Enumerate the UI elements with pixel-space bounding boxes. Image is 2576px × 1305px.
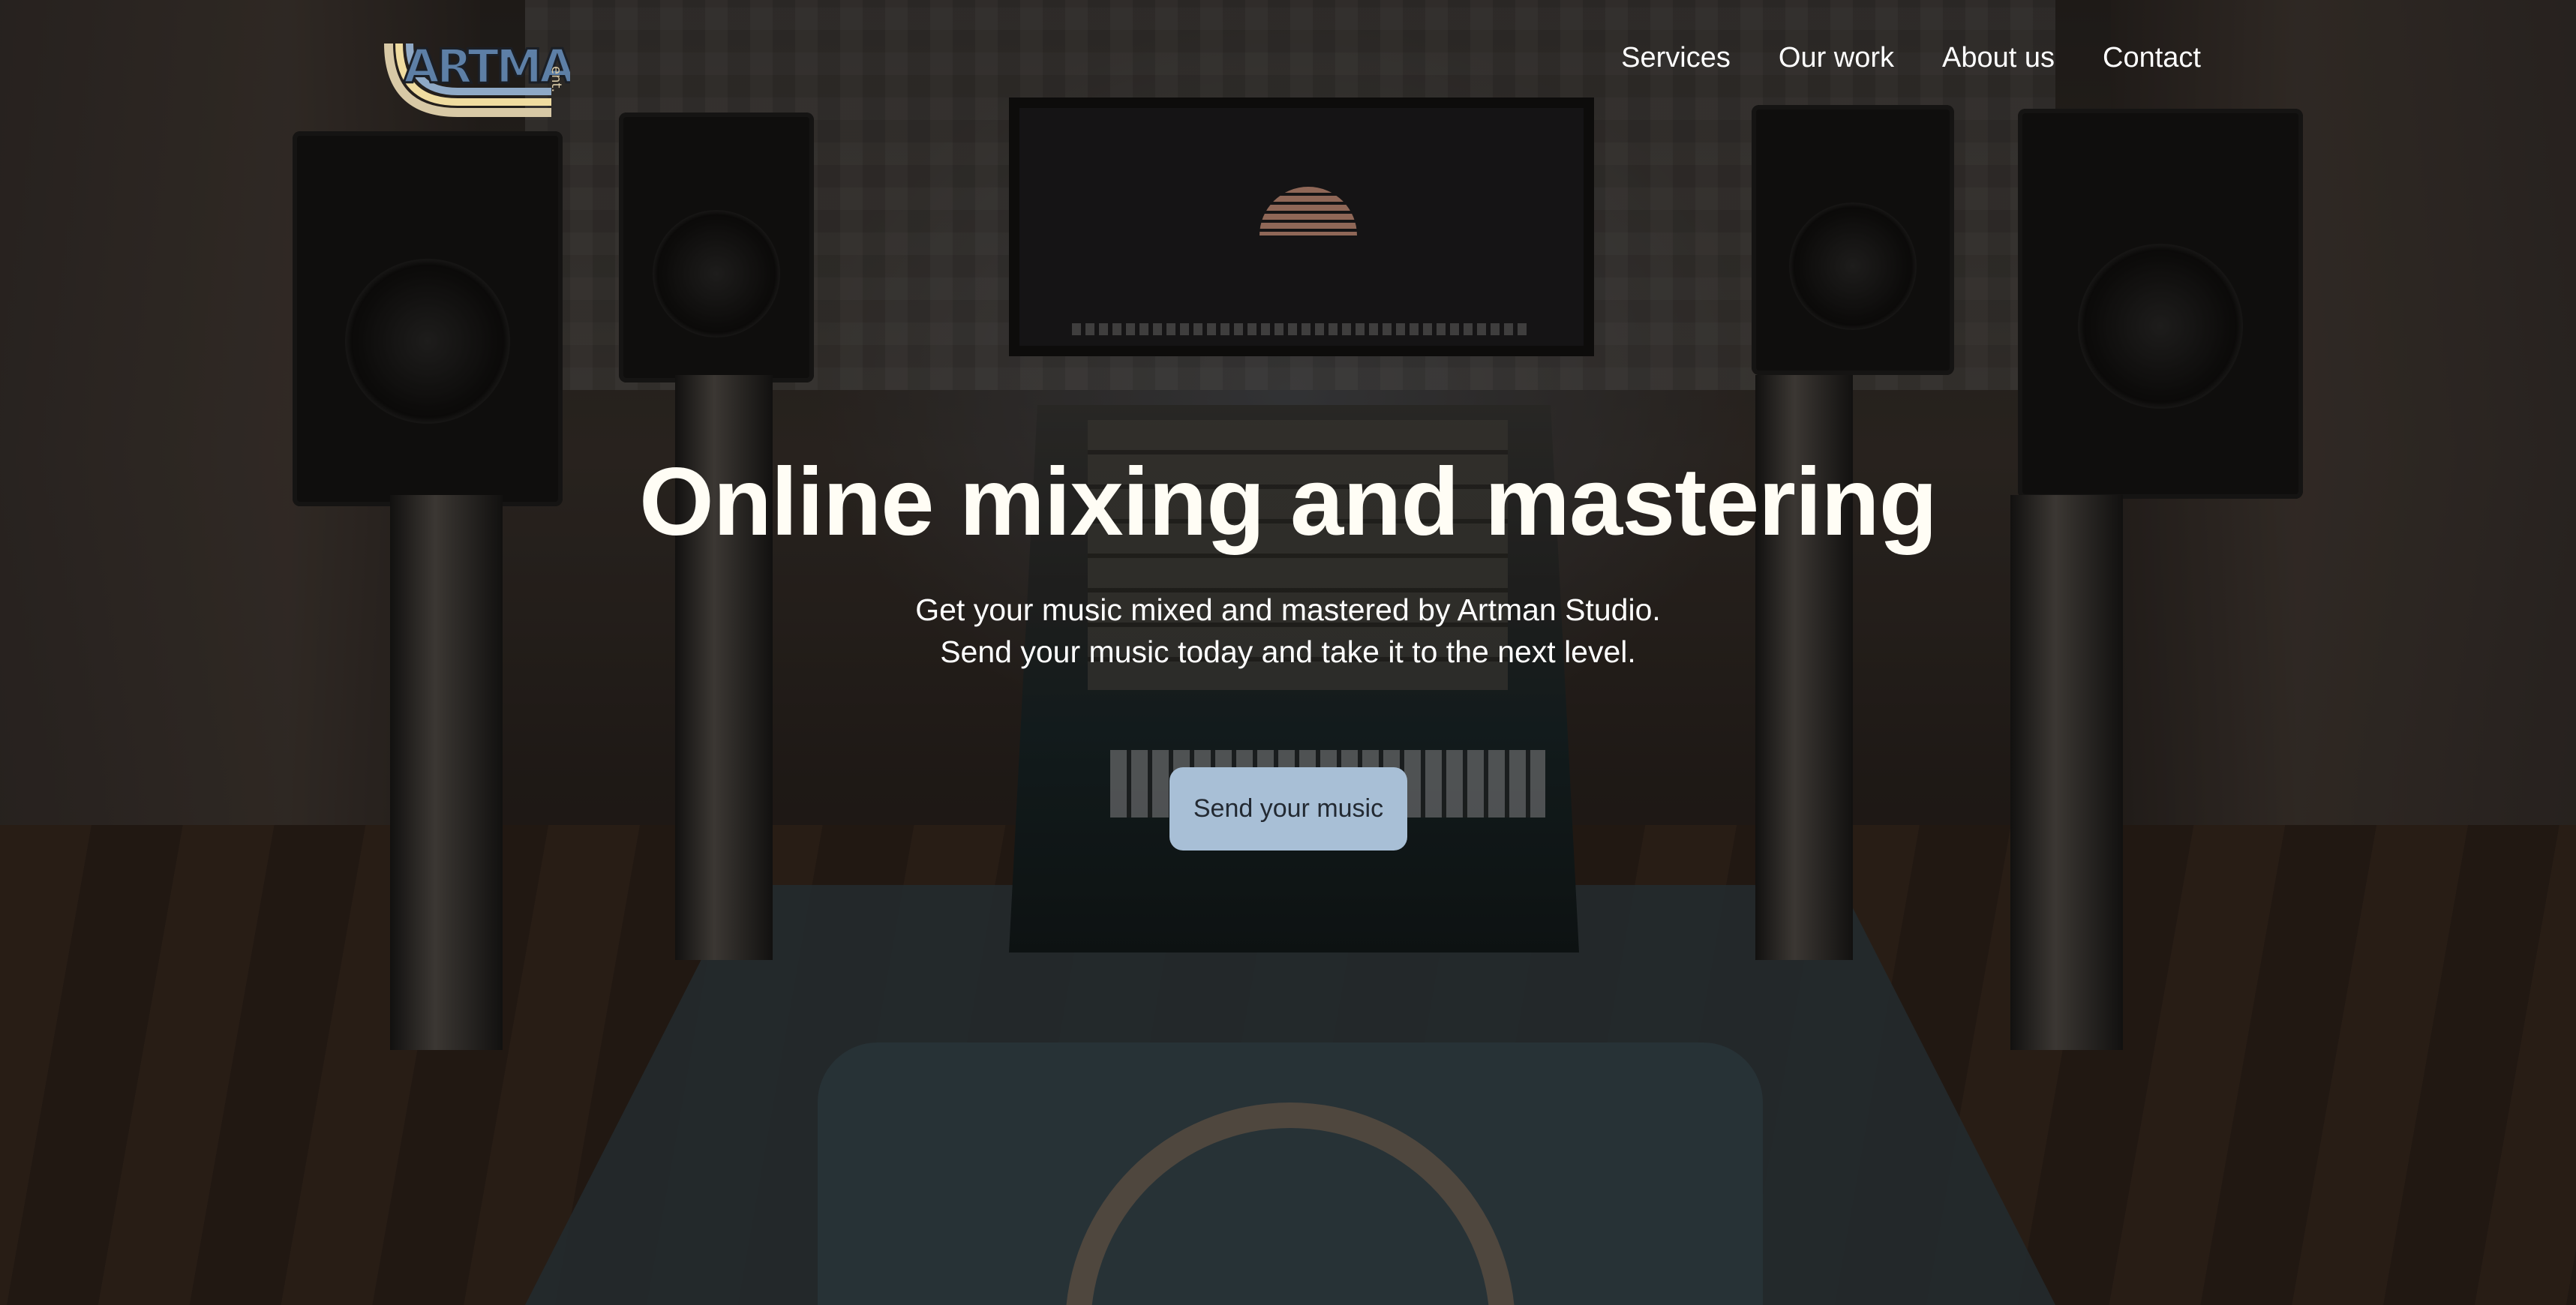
hero-title: Online mixing and mastering	[639, 448, 1938, 556]
hero-subtitle-line-1: Get your music mixed and mastered by Art…	[915, 592, 1661, 627]
hero-subtitle-line-2: Send your music today and take it to the…	[940, 634, 1636, 669]
hero-subtitle: Get your music mixed and mastered by Art…	[0, 589, 2576, 673]
send-your-music-button[interactable]: Send your music	[1169, 767, 1407, 850]
hero-section: Online mixing and mastering Get your mus…	[0, 0, 2576, 1305]
